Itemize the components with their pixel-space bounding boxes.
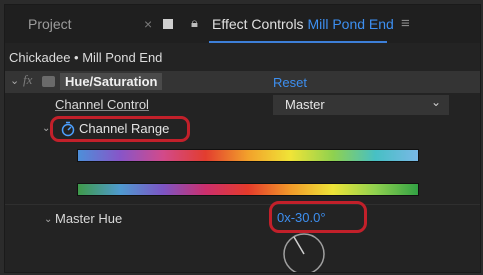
effect-header-row[interactable]: ⌄ fx Hue/Saturation Reset bbox=[5, 71, 480, 93]
tab-effect-controls-label: Effect Controls bbox=[212, 16, 304, 32]
tab-effect-controls[interactable]: Effect Controls Mill Pond End bbox=[212, 16, 394, 32]
chevron-down-icon[interactable]: ⌄ bbox=[10, 74, 19, 87]
effect-name[interactable]: Hue/Saturation bbox=[60, 73, 163, 90]
effect-badge-icon bbox=[42, 76, 55, 87]
output-color-range-bar bbox=[77, 183, 419, 196]
effect-controls-panel: Project × 🔒︎ Effect Controls Mill Pond E… bbox=[4, 4, 481, 273]
active-tab-indicator bbox=[209, 41, 387, 43]
dial-icon[interactable] bbox=[281, 230, 327, 272]
fx-icon[interactable]: fx bbox=[23, 72, 32, 88]
tab-clip-name: Mill Pond End bbox=[307, 16, 394, 32]
channel-control-value: Master bbox=[285, 97, 325, 112]
channel-control-dropdown[interactable]: Master ⌄ bbox=[273, 95, 449, 115]
panel-tab-bar: Project × 🔒︎ Effect Controls Mill Pond E… bbox=[5, 5, 480, 43]
square-icon bbox=[163, 19, 173, 29]
input-color-range-bar bbox=[77, 149, 419, 162]
chevron-down-icon: ⌄ bbox=[430, 95, 441, 109]
divider bbox=[5, 204, 480, 205]
close-icon[interactable]: × bbox=[144, 16, 152, 32]
chevron-down-icon[interactable]: ⌄ bbox=[44, 214, 52, 225]
channel-control-label: Channel Control bbox=[55, 97, 149, 112]
master-hue-highlight bbox=[269, 201, 367, 233]
channel-range-highlight bbox=[50, 116, 190, 142]
breadcrumb: Chickadee • Mill Pond End bbox=[9, 50, 163, 65]
master-hue-label: Master Hue bbox=[55, 211, 123, 226]
lock-icon[interactable]: 🔒︎ bbox=[191, 15, 198, 31]
tab-project[interactable]: Project bbox=[28, 16, 72, 32]
panel-menu-icon[interactable]: ≡ bbox=[401, 15, 410, 32]
channel-control-row: Channel Control Master ⌄ bbox=[5, 94, 480, 116]
reset-button[interactable]: Reset bbox=[273, 75, 307, 90]
